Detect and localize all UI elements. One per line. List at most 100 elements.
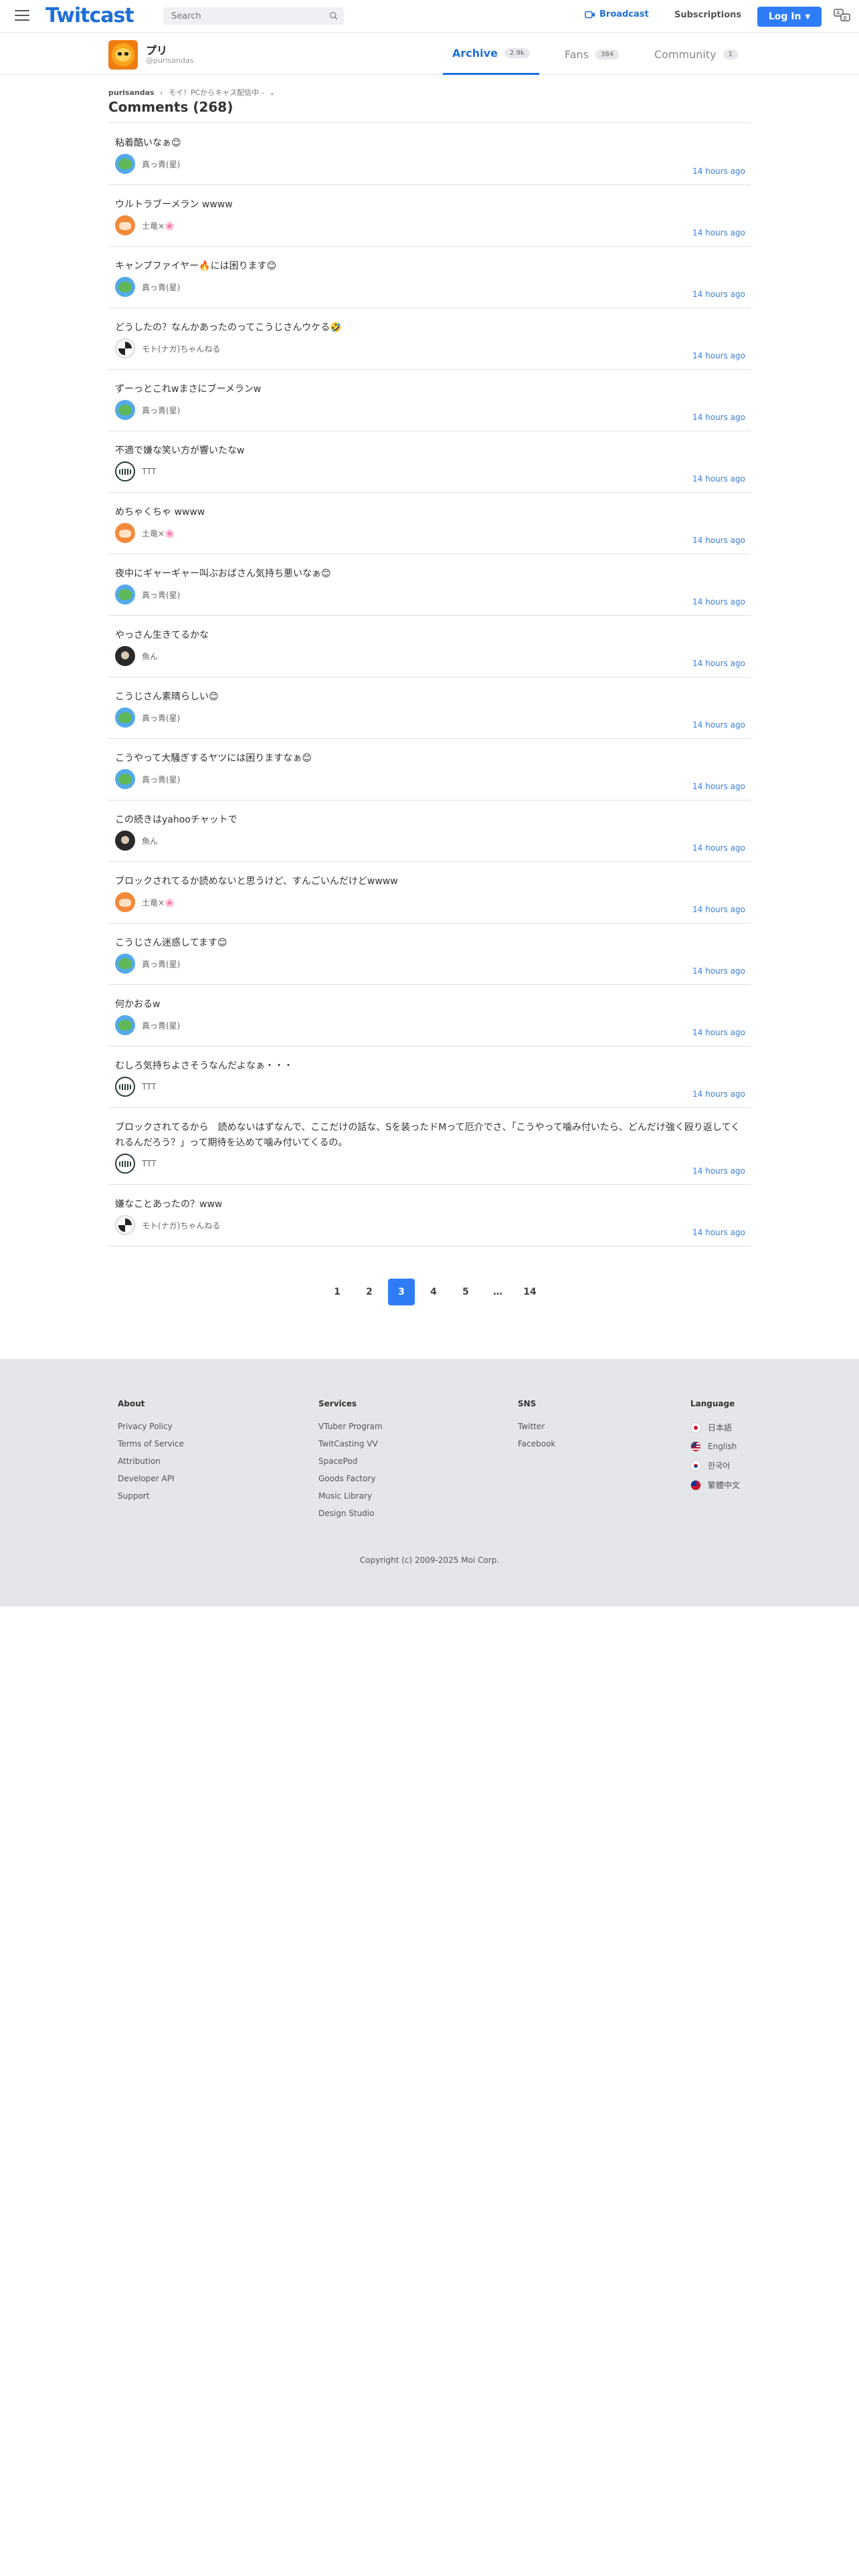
chevron-down-icon[interactable]: ⌄ bbox=[269, 88, 275, 97]
footer-link[interactable]: VTuber Program bbox=[318, 1422, 383, 1431]
footer-link[interactable]: Attribution bbox=[118, 1457, 184, 1466]
page-button[interactable]: 14 bbox=[516, 1279, 543, 1305]
comment-author[interactable]: 真っ青(星) bbox=[115, 154, 180, 174]
comment-username[interactable]: 土竜×🌸 bbox=[142, 220, 175, 231]
comment-username[interactable]: 真っ青(星) bbox=[142, 958, 180, 970]
comment-username[interactable]: 魚ん bbox=[142, 835, 158, 847]
avatar[interactable] bbox=[115, 708, 135, 728]
footer-link[interactable]: Privacy Policy bbox=[118, 1422, 184, 1431]
comment-author[interactable]: 土竜×🌸 bbox=[115, 892, 175, 912]
comment-username[interactable]: TTT bbox=[142, 467, 157, 476]
language-option-ja[interactable]: 日本語 bbox=[690, 1422, 740, 1433]
comment-timestamp[interactable]: 14 hours ago bbox=[692, 1166, 745, 1176]
footer-link[interactable]: SpacePod bbox=[318, 1457, 383, 1466]
comment-timestamp[interactable]: 14 hours ago bbox=[692, 1089, 745, 1099]
profile-name[interactable]: プリ bbox=[146, 41, 167, 58]
comment-username[interactable]: TTT bbox=[142, 1082, 157, 1091]
comment-author[interactable]: 真っ青(星) bbox=[115, 708, 180, 728]
comment-author[interactable]: TTT bbox=[115, 461, 157, 481]
search-icon[interactable] bbox=[329, 11, 338, 20]
footer-link[interactable]: Facebook bbox=[518, 1439, 555, 1448]
login-button[interactable]: Log In ▼ bbox=[757, 7, 822, 27]
comment-author[interactable]: 真っ青(星) bbox=[115, 769, 180, 789]
comment-timestamp[interactable]: 14 hours ago bbox=[692, 966, 745, 976]
footer-link[interactable]: Twitter bbox=[518, 1422, 555, 1431]
avatar[interactable] bbox=[115, 154, 135, 174]
search-box[interactable] bbox=[163, 7, 344, 25]
comment-timestamp[interactable]: 14 hours ago bbox=[692, 474, 745, 484]
comment-author[interactable]: モト(ナガ)ちゃんねる bbox=[115, 1215, 220, 1235]
comment-author[interactable]: TTT bbox=[115, 1154, 157, 1174]
comment-author[interactable]: 真っ青(星) bbox=[115, 277, 180, 297]
footer-link[interactable]: Support bbox=[118, 1491, 184, 1501]
comment-username[interactable]: TTT bbox=[142, 1159, 157, 1168]
comment-author[interactable]: 土竜×🌸 bbox=[115, 215, 175, 235]
comment-timestamp[interactable]: 14 hours ago bbox=[692, 351, 745, 360]
avatar[interactable] bbox=[115, 584, 135, 605]
comment-timestamp[interactable]: 14 hours ago bbox=[692, 597, 745, 607]
avatar[interactable] bbox=[108, 40, 138, 70]
avatar[interactable] bbox=[115, 277, 135, 297]
comment-author[interactable]: 真っ青(星) bbox=[115, 954, 180, 974]
avatar[interactable] bbox=[115, 646, 135, 666]
comment-timestamp[interactable]: 14 hours ago bbox=[692, 536, 745, 545]
comment-timestamp[interactable]: 14 hours ago bbox=[692, 228, 745, 237]
page-button[interactable]: 4 bbox=[420, 1279, 447, 1305]
comment-timestamp[interactable]: 14 hours ago bbox=[692, 659, 745, 668]
comment-timestamp[interactable]: 14 hours ago bbox=[692, 413, 745, 422]
comment-author[interactable]: TTT bbox=[115, 1077, 157, 1097]
comment-timestamp[interactable]: 14 hours ago bbox=[692, 782, 745, 791]
comment-timestamp[interactable]: 14 hours ago bbox=[692, 1028, 745, 1037]
avatar[interactable] bbox=[115, 1154, 135, 1174]
comment-author[interactable]: 真っ青(星) bbox=[115, 400, 180, 420]
comment-timestamp[interactable]: 14 hours ago bbox=[692, 1228, 745, 1237]
comment-username[interactable]: 真っ青(星) bbox=[142, 1020, 180, 1031]
language-option-en[interactable]: English bbox=[690, 1441, 740, 1452]
language-icon[interactable]: A あ bbox=[834, 8, 851, 24]
avatar[interactable] bbox=[115, 831, 135, 851]
comment-timestamp[interactable]: 14 hours ago bbox=[692, 905, 745, 914]
footer-link[interactable]: Goods Factory bbox=[318, 1474, 383, 1483]
site-logo[interactable]: Twitcast bbox=[45, 4, 134, 27]
broadcast-button[interactable]: Broadcast bbox=[585, 9, 649, 19]
comment-username[interactable]: 土竜×🌸 bbox=[142, 897, 175, 908]
comment-username[interactable]: 真っ青(星) bbox=[142, 158, 180, 170]
comment-author[interactable]: 魚ん bbox=[115, 646, 158, 666]
footer-link[interactable]: Music Library bbox=[318, 1491, 383, 1501]
avatar[interactable] bbox=[115, 215, 135, 235]
avatar[interactable] bbox=[115, 954, 135, 974]
avatar[interactable] bbox=[115, 523, 135, 543]
comment-username[interactable]: 真っ青(星) bbox=[142, 589, 180, 601]
footer-link[interactable]: TwitCasting VV bbox=[318, 1439, 383, 1448]
avatar[interactable] bbox=[115, 1015, 135, 1035]
avatar[interactable] bbox=[115, 769, 135, 789]
comment-username[interactable]: 真っ青(星) bbox=[142, 774, 180, 785]
comment-timestamp[interactable]: 14 hours ago bbox=[692, 290, 745, 299]
comment-timestamp[interactable]: 14 hours ago bbox=[692, 843, 745, 853]
menu-icon[interactable] bbox=[15, 10, 29, 22]
avatar[interactable] bbox=[115, 461, 135, 481]
avatar[interactable] bbox=[115, 1215, 135, 1235]
comment-author[interactable]: 真っ青(星) bbox=[115, 584, 180, 605]
tab-archive[interactable]: Archive 2.9k bbox=[443, 33, 539, 75]
comment-username[interactable]: 魚ん bbox=[142, 651, 158, 662]
language-option-ko[interactable]: 한국어 bbox=[690, 1460, 740, 1471]
comment-author[interactable]: 魚ん bbox=[115, 831, 158, 851]
comment-author[interactable]: 土竜×🌸 bbox=[115, 523, 175, 543]
tab-fans[interactable]: Fans 384 bbox=[555, 33, 628, 75]
comment-author[interactable]: 真っ青(星) bbox=[115, 1015, 180, 1035]
breadcrumb-user[interactable]: purisandas bbox=[108, 88, 155, 97]
footer-link[interactable]: Design Studio bbox=[318, 1509, 383, 1518]
comment-author[interactable]: モト(ナガ)ちゃんねる bbox=[115, 338, 220, 358]
breadcrumb-movie[interactable]: モイ！PCからキャス配信中 - bbox=[169, 88, 264, 97]
comment-username[interactable]: モト(ナガ)ちゃんねる bbox=[142, 1220, 220, 1231]
avatar[interactable] bbox=[115, 338, 135, 358]
footer-link[interactable]: Developer API bbox=[118, 1474, 184, 1483]
search-input[interactable] bbox=[171, 11, 318, 21]
comment-username[interactable]: モト(ナガ)ちゃんねる bbox=[142, 343, 220, 354]
page-button[interactable]: 5 bbox=[452, 1279, 479, 1305]
avatar[interactable] bbox=[115, 1077, 135, 1097]
avatar[interactable] bbox=[115, 892, 135, 912]
page-button[interactable]: 2 bbox=[356, 1279, 383, 1305]
comment-username[interactable]: 真っ青(星) bbox=[142, 712, 180, 724]
